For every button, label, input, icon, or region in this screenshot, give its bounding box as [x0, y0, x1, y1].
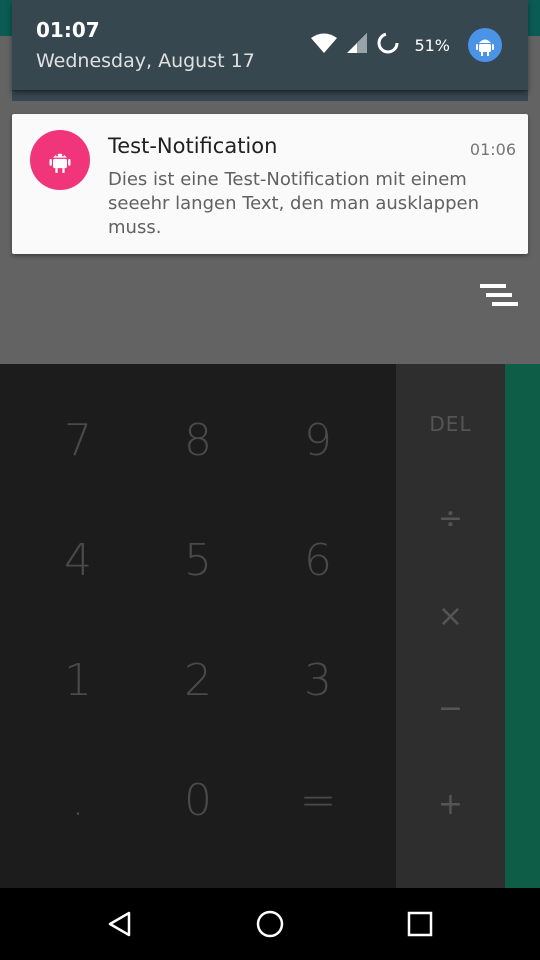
back-icon[interactable] [96, 900, 144, 948]
operator-pad: DEL ÷ × − + [396, 364, 505, 888]
key-5[interactable]: 5 [138, 500, 258, 620]
date: Wednesday, August 17 [36, 50, 255, 72]
key-3[interactable]: 3 [258, 620, 378, 740]
key-6[interactable]: 6 [258, 500, 378, 620]
key-1[interactable]: 1 [18, 620, 138, 740]
user-avatar-icon[interactable] [468, 28, 502, 62]
signal-icon [346, 32, 368, 58]
recents-icon[interactable] [396, 900, 444, 948]
key-plus[interactable]: + [396, 780, 505, 828]
key-decimal[interactable]: . [18, 740, 138, 860]
key-divide[interactable]: ÷ [396, 494, 505, 542]
key-2[interactable]: 2 [138, 620, 258, 740]
battery-percentage: 51% [414, 35, 450, 55]
wifi-icon [310, 32, 338, 58]
key-8[interactable]: 8 [138, 380, 258, 500]
battery-saver-icon [376, 31, 400, 59]
notification-time: 01:06 [469, 140, 516, 159]
clock: 01:07 [36, 18, 100, 42]
notification-text: Dies ist eine Test-Notification mit eine… [108, 169, 479, 238]
calculator-app: 7 8 9 4 5 6 1 2 3 . 0 = DEL ÷ × − + [0, 364, 540, 888]
key-0[interactable]: 0 [138, 740, 258, 860]
key-equals[interactable]: = [258, 740, 378, 860]
notification-title: Test-Notification [108, 134, 278, 158]
status-icons: 51% [310, 28, 502, 62]
key-minus[interactable]: − [396, 684, 505, 732]
home-icon[interactable] [246, 900, 294, 948]
key-4[interactable]: 4 [18, 500, 138, 620]
key-multiply[interactable]: × [396, 592, 505, 640]
notification-card[interactable]: Test-Notification 01:06 Dies ist eine Te… [12, 114, 528, 254]
number-pad: 7 8 9 4 5 6 1 2 3 . 0 = [0, 364, 396, 888]
shade-header[interactable]: 01:07 Wednesday, August 17 51% [12, 0, 528, 90]
key-9[interactable]: 9 [258, 380, 378, 500]
advanced-panel-edge[interactable] [505, 364, 540, 888]
key-delete[interactable]: DEL [396, 400, 505, 448]
navigation-bar [0, 888, 540, 960]
key-7[interactable]: 7 [18, 380, 138, 500]
android-icon [30, 130, 90, 190]
clear-all-icon[interactable] [474, 280, 520, 314]
quick-settings-edge [12, 90, 528, 101]
